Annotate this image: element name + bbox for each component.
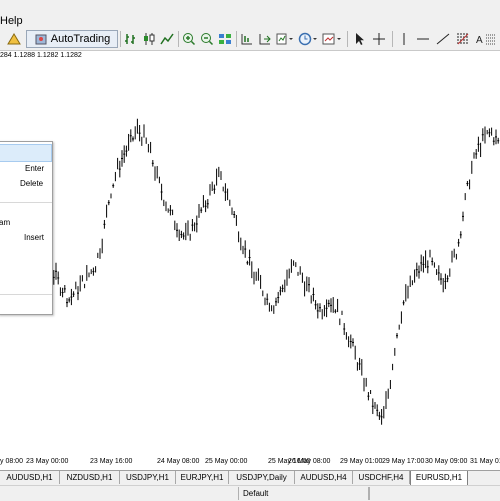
x-tick-label: 23 May 00:00	[26, 458, 69, 465]
tab-usdjpy-h1[interactable]: USDJPY,H1	[120, 471, 176, 484]
tab-audusd-h4[interactable]: AUDUSD,H4	[295, 471, 353, 484]
candlestick-icon[interactable]	[140, 30, 158, 48]
crosshair-icon[interactable]	[370, 30, 388, 48]
x-axis: y 08:00 23 May 00:00 23 May 16:00 24 May…	[0, 456, 500, 468]
x-tick-label: y 08:00	[0, 458, 23, 465]
tab-eurjpy-h1[interactable]: EURJPY,H1	[176, 471, 229, 484]
zoom-out-icon[interactable]	[198, 30, 216, 48]
x-tick-label: 30 May 09:00	[425, 458, 468, 465]
context-menu-highlight[interactable]	[0, 144, 52, 162]
tab-usdchf-h4[interactable]: USDCHF,H4	[353, 471, 410, 484]
menu-divider	[0, 202, 52, 203]
menu-help[interactable]: Help	[0, 14, 23, 28]
context-menu-item-enter[interactable]: Enter	[25, 164, 44, 174]
x-tick-label: 29 May 01:00	[340, 458, 383, 465]
horizontal-line-icon[interactable]	[414, 30, 432, 48]
tile-windows-icon[interactable]	[216, 30, 234, 48]
x-tick-label: 25 May 00:00	[205, 458, 248, 465]
indicators-icon[interactable]	[274, 30, 296, 48]
vertical-line-icon[interactable]	[396, 30, 412, 48]
price-chart[interactable]	[0, 90, 500, 456]
x-tick-label: 31 May 01:00	[470, 458, 500, 465]
toolbar-separator	[392, 31, 393, 47]
new-order-icon[interactable]	[4, 30, 24, 48]
cursor-icon[interactable]	[350, 30, 368, 48]
toolbar-separator	[236, 31, 237, 47]
autotrading-label: AutoTrading	[50, 33, 111, 45]
fibonacci-icon[interactable]	[454, 30, 472, 48]
toolbar-separator	[178, 31, 179, 47]
autoscroll-icon[interactable]	[256, 30, 274, 48]
x-tick-label: 26 May 08:00	[288, 458, 331, 465]
periods-icon[interactable]	[296, 30, 320, 48]
x-tick-label: 23 May 16:00	[90, 458, 133, 465]
toolbar-separator	[347, 31, 348, 47]
trendline-icon[interactable]	[434, 30, 452, 48]
x-tick-label: 24 May 08:00	[157, 458, 200, 465]
profile-name: Default	[243, 489, 269, 498]
x-tick-label: 29 May 17:00	[382, 458, 425, 465]
menu-bar: Help	[0, 0, 500, 28]
svg-text:A: A	[476, 35, 483, 46]
templates-icon[interactable]	[320, 30, 344, 48]
tab-usdjpy-daily[interactable]: USDJPY,Daily	[229, 471, 295, 484]
context-menu-item-insert[interactable]: Insert	[24, 233, 44, 243]
tab-audusd-h1[interactable]: AUDUSD,H1	[0, 471, 60, 484]
context-menu-item-delete[interactable]: Delete	[20, 179, 43, 189]
tab-eurusd-h1[interactable]: EURUSD,H1	[410, 471, 468, 486]
chart-canvas[interactable]	[0, 90, 500, 456]
status-cell	[368, 487, 500, 500]
context-menu: Enter Delete am Insert	[0, 141, 53, 315]
autotrading-button[interactable]: AutoTrading	[26, 30, 118, 48]
status-bar: Default	[0, 485, 500, 501]
autotrading-icon	[34, 32, 48, 46]
tab-nzdusd-h1[interactable]: NZDUSD,H1	[60, 471, 120, 484]
bar-chart-icon[interactable]	[122, 30, 140, 48]
toolbar: AutoTrading A	[0, 28, 500, 51]
menu-divider	[0, 294, 52, 295]
text-icon[interactable]: A	[474, 30, 500, 48]
context-menu-item-stream[interactable]: am	[0, 218, 10, 228]
zoom-in-icon[interactable]	[180, 30, 198, 48]
toolbar-separator	[120, 31, 121, 47]
chart-shift-icon[interactable]	[238, 30, 256, 48]
line-chart-icon[interactable]	[158, 30, 176, 48]
quote-line: 284 1.1288 1.1282 1.1282	[0, 52, 82, 59]
chart-tabs: AUDUSD,H1 NZDUSD,H1 USDJPY,H1 EURJPY,H1 …	[0, 470, 500, 486]
